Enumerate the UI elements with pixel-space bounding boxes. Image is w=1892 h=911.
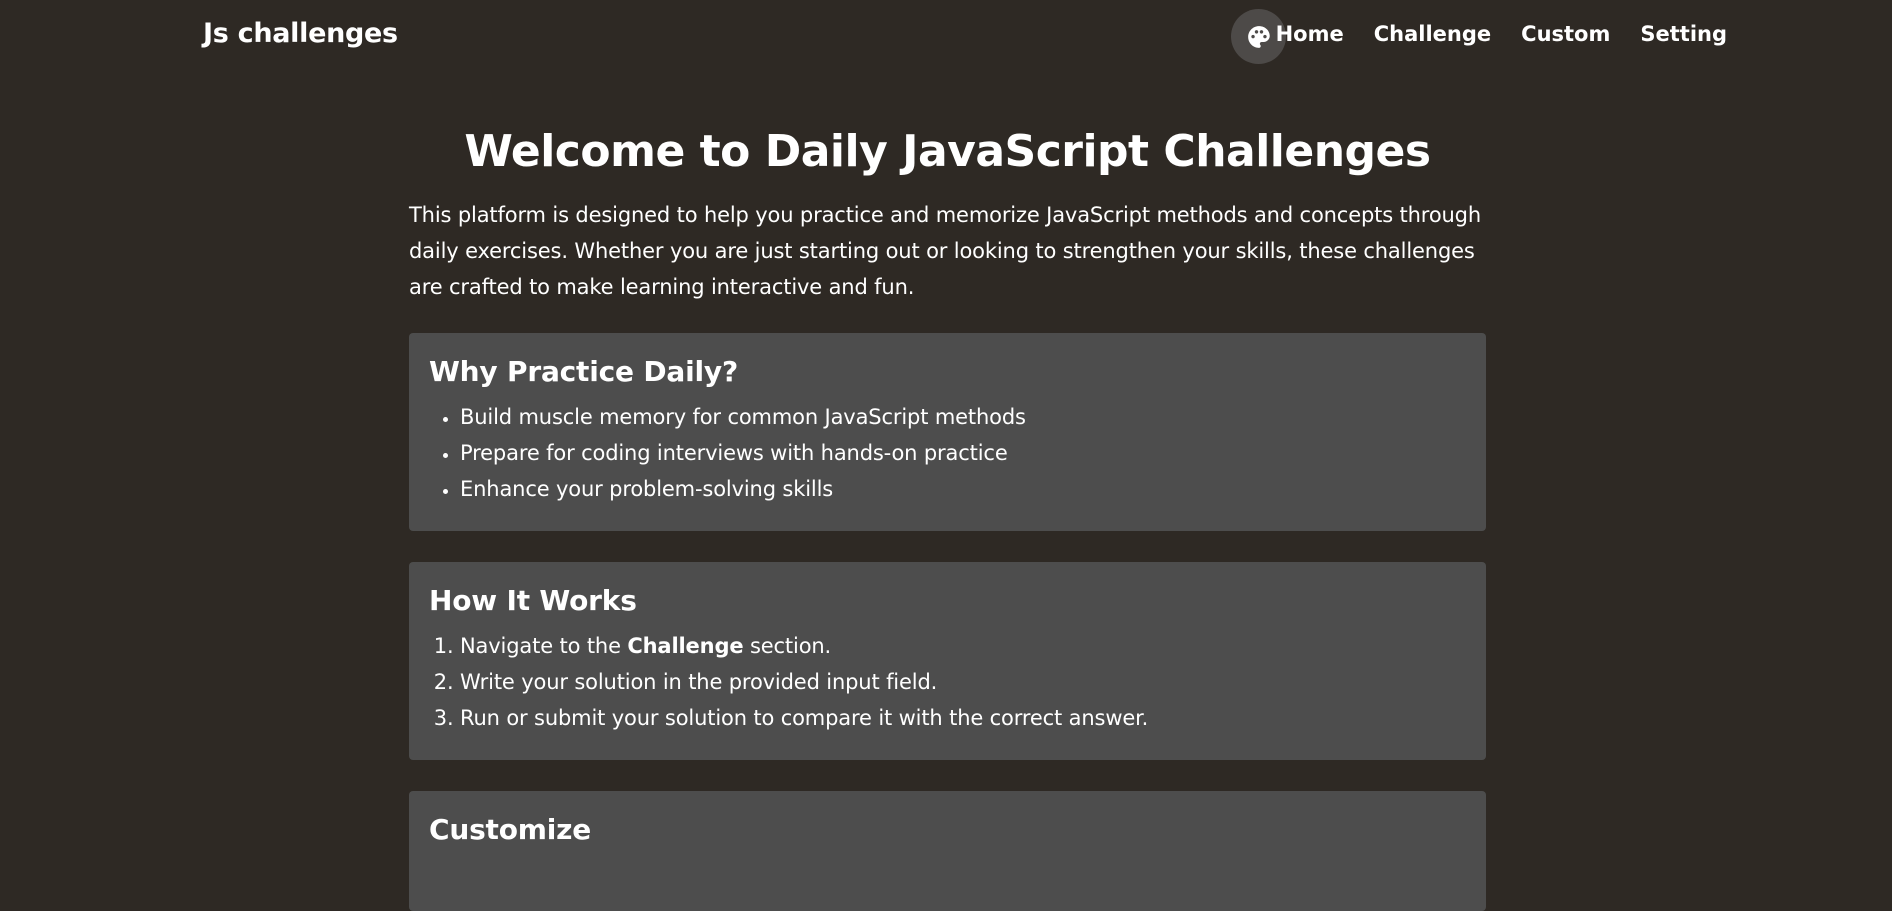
how-it-works-steps: Navigate to the Challenge section. Write… [429,628,1466,736]
step-text: Navigate to the [460,634,628,658]
challenge-emphasis: Challenge [627,634,744,658]
customize-heading: Customize [429,813,592,846]
why-practice-list: Build muscle memory for common JavaScrip… [429,399,1466,507]
nav-home-link[interactable]: Home [1276,22,1344,46]
brand-logo[interactable]: Js challenges [203,18,398,49]
navbar: Js challenges Home Challenge Custom Sett… [0,0,1892,74]
palette-icon [1247,25,1270,48]
list-item: Write your solution in the provided inpu… [460,664,1466,700]
why-practice-heading: Why Practice Daily? [429,355,738,388]
main-nav: Home Challenge Custom Setting [1276,22,1727,46]
how-it-works-heading: How It Works [429,584,637,617]
list-item: Prepare for coding interviews with hands… [460,435,1466,471]
step-text: section. [743,634,832,658]
list-item: Enhance your problem-solving skills [460,471,1466,507]
customize-card: Customize [409,791,1486,911]
nav-challenge-link[interactable]: Challenge [1374,22,1491,46]
nav-custom-link[interactable]: Custom [1521,22,1610,46]
list-item: Navigate to the Challenge section. [460,628,1466,664]
intro-paragraph: This platform is designed to help you pr… [409,203,1482,299]
how-it-works-card: How It Works Navigate to the Challenge s… [409,562,1486,760]
list-item: Run or submit your solution to compare i… [460,700,1466,736]
page-title: Welcome to Daily JavaScript Challenges [464,126,1431,177]
list-item: Build muscle memory for common JavaScrip… [460,399,1466,435]
why-practice-card: Why Practice Daily? Build muscle memory … [409,333,1486,531]
nav-setting-link[interactable]: Setting [1640,22,1727,46]
main-content: Welcome to Daily JavaScript Challenges T… [409,124,1486,305]
